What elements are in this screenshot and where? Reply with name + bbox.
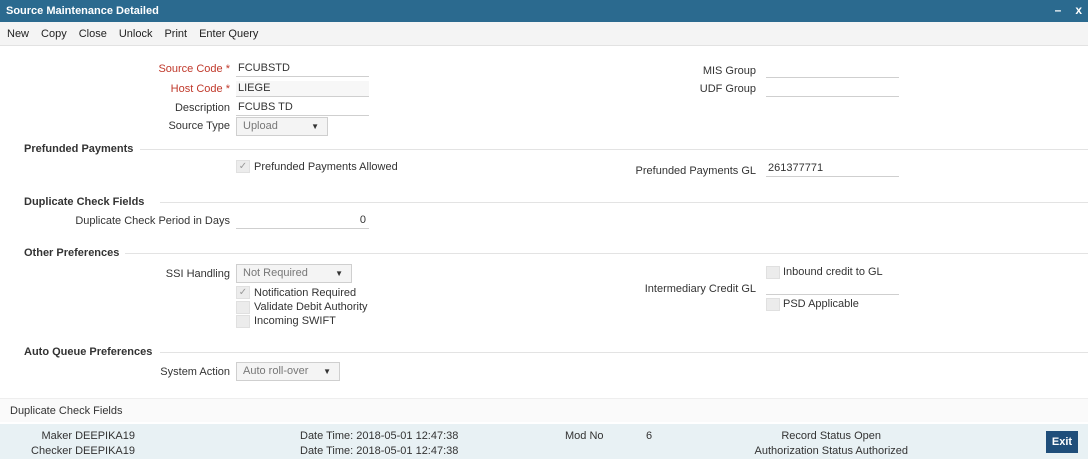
description-label: Description xyxy=(174,102,230,114)
host-code-field[interactable]: LIEGE xyxy=(236,81,369,97)
duplicate-period-field[interactable]: 0 xyxy=(236,213,369,229)
psd-applicable-checkbox[interactable] xyxy=(766,298,780,311)
minimize-icon[interactable]: – xyxy=(1055,3,1062,17)
section-divider xyxy=(160,202,1088,203)
udf-group-field[interactable] xyxy=(766,81,899,97)
audit-footer xyxy=(0,424,1088,459)
section-auto-queue: Auto Queue Preferences xyxy=(24,346,153,358)
validate-debit-label: Validate Debit Authority xyxy=(254,301,368,313)
system-action-value: Auto roll-over xyxy=(243,365,309,377)
subscreen-link-duplicate-check[interactable]: Duplicate Check Fields xyxy=(0,398,1088,422)
checkmark-icon: ✓ xyxy=(238,287,248,298)
mod-no-value: 6 xyxy=(646,430,653,442)
menu-unlock[interactable]: Unlock xyxy=(119,28,153,40)
inbound-credit-checkbox[interactable] xyxy=(766,266,780,279)
incoming-swift-label: Incoming SWIFT xyxy=(254,315,336,327)
source-code-label: Source Code * xyxy=(158,63,230,75)
section-duplicate: Duplicate Check Fields xyxy=(24,196,145,208)
menu-new[interactable]: New xyxy=(7,28,29,40)
section-divider xyxy=(125,253,1088,254)
notification-required-checkbox[interactable]: ✓ xyxy=(236,286,250,299)
source-type-value: Upload xyxy=(243,120,278,132)
section-divider xyxy=(140,149,1088,150)
chevron-down-icon: ▼ xyxy=(323,367,331,376)
exit-button[interactable]: Exit xyxy=(1046,431,1078,453)
chevron-down-icon: ▼ xyxy=(335,269,343,278)
source-code-field[interactable]: FCUBSTD xyxy=(236,61,369,77)
udf-group-label: UDF Group xyxy=(699,83,756,95)
menubar: New Copy Close Unlock Print Enter Query xyxy=(0,22,1088,46)
maker-datetime: Date Time: 2018-05-01 12:47:38 xyxy=(300,430,459,442)
prefunded-allowed-label: Prefunded Payments Allowed xyxy=(254,161,398,173)
source-type-label: Source Type xyxy=(168,120,230,132)
maker-label: Maker DEEPIKA19 xyxy=(41,430,135,442)
authorization-status: Authorization Status Authorized xyxy=(754,445,909,457)
ssi-handling-value: Not Required xyxy=(243,267,308,279)
section-other-preferences: Other Preferences xyxy=(24,247,120,259)
chevron-down-icon: ▼ xyxy=(311,122,319,131)
mis-group-field[interactable] xyxy=(766,62,899,78)
menu-copy[interactable]: Copy xyxy=(41,28,67,40)
duplicate-period-label: Duplicate Check Period in Days xyxy=(75,215,230,227)
section-prefunded: Prefunded Payments xyxy=(24,143,134,155)
window-titlebar: Source Maintenance Detailed – x xyxy=(0,0,1088,22)
host-code-label: Host Code * xyxy=(170,83,230,95)
checkmark-icon: ✓ xyxy=(238,161,248,172)
window-title: Source Maintenance Detailed xyxy=(6,5,159,17)
prefunded-gl-field[interactable]: 261377771 xyxy=(766,161,899,177)
incoming-swift-checkbox[interactable] xyxy=(236,315,250,328)
close-icon[interactable]: x xyxy=(1075,3,1082,17)
section-divider xyxy=(160,352,1088,353)
menu-print[interactable]: Print xyxy=(164,28,187,40)
source-type-select[interactable]: Upload ▼ xyxy=(236,117,328,136)
ssi-handling-label: SSI Handling xyxy=(165,268,230,280)
prefunded-allowed-checkbox[interactable]: ✓ xyxy=(236,160,250,173)
inbound-credit-label: Inbound credit to GL xyxy=(783,266,883,278)
psd-applicable-label: PSD Applicable xyxy=(783,298,859,310)
record-status: Record Status Open xyxy=(781,430,881,442)
checker-datetime: Date Time: 2018-05-01 12:47:38 xyxy=(300,445,459,457)
intermediary-gl-field[interactable] xyxy=(766,279,899,295)
checker-label: Checker DEEPIKA19 xyxy=(31,445,135,457)
intermediary-gl-label: Intermediary Credit GL xyxy=(644,283,756,295)
menu-close[interactable]: Close xyxy=(79,28,107,40)
menu-enter-query[interactable]: Enter Query xyxy=(199,28,258,40)
description-field[interactable]: FCUBS TD xyxy=(236,100,369,116)
system-action-select[interactable]: Auto roll-over ▼ xyxy=(236,362,340,381)
mod-no-label: Mod No xyxy=(565,430,604,442)
notification-required-label: Notification Required xyxy=(254,287,357,299)
mis-group-label: MIS Group xyxy=(702,65,756,77)
prefunded-gl-label: Prefunded Payments GL xyxy=(635,165,756,177)
system-action-label: System Action xyxy=(160,366,230,378)
validate-debit-checkbox[interactable] xyxy=(236,301,250,314)
ssi-handling-select[interactable]: Not Required ▼ xyxy=(236,264,352,283)
